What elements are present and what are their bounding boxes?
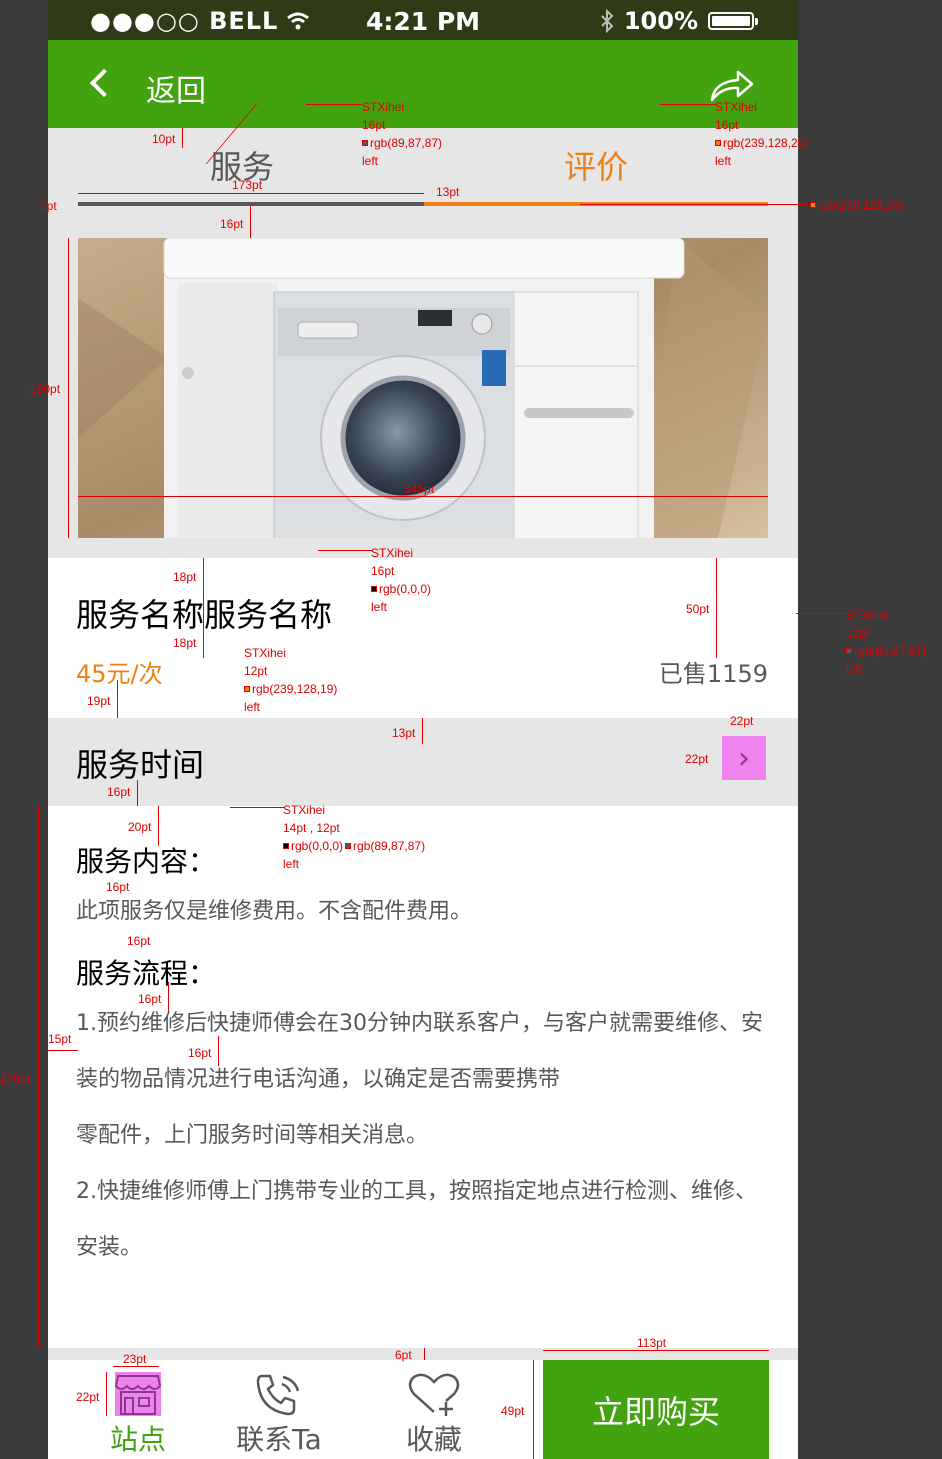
annotation-detail: STXihei 14pt , 12pt rgb(0,0,0) rgb(89,87,… bbox=[283, 803, 426, 871]
annotation-sold: STXihei 12pt rgb(89,87,87) left bbox=[846, 608, 927, 676]
status-bar: ●●●○○ BELL 4:21 PM 100% bbox=[48, 0, 798, 40]
process-text-1b: 零配件，上门服务时间等相关消息。 bbox=[76, 1123, 429, 1148]
process-text-2: 2.快捷维修师傅上门携带专业的工具，按照指定地点进行检测、维修、安装。 bbox=[76, 1179, 757, 1260]
heart-add-icon bbox=[408, 1373, 460, 1416]
service-price: 45元/次 bbox=[76, 660, 163, 688]
phone-icon bbox=[256, 1374, 300, 1416]
bluetooth-icon bbox=[601, 9, 614, 33]
annotation-review: STXihei 16pt rgb(239,128,20) left bbox=[715, 100, 809, 168]
sold-count: 已售1159 bbox=[658, 660, 768, 688]
service-details: 服务内容： 此项服务仅是维修费用。不含配件费用。 服务流程： 1.预约维修后快捷… bbox=[48, 806, 798, 1348]
tab-underline bbox=[78, 202, 424, 206]
content-text: 此项服务仅是维修费用。不含配件费用。 bbox=[76, 899, 473, 924]
back-arrow-icon[interactable] bbox=[89, 68, 119, 98]
annotation-price: STXihei 12pt rgb(239,128,19) left bbox=[244, 646, 338, 714]
service-time-label: 服务时间 bbox=[76, 746, 205, 784]
buy-now-button[interactable]: 立即购买 bbox=[543, 1360, 769, 1459]
store-icon bbox=[115, 1372, 161, 1416]
station-label: 站点 bbox=[109, 1423, 166, 1456]
phone-screen: ●●●○○ BELL 4:21 PM 100% 返回 服务 评价 服务名称服务名… bbox=[48, 0, 798, 1459]
battery-icon bbox=[708, 12, 758, 30]
content-heading: 服务内容： bbox=[76, 845, 217, 878]
back-button[interactable]: 返回 bbox=[146, 66, 206, 110]
annotation-line-color: rgb(239,128,20) bbox=[810, 196, 903, 214]
service-name: 服务名称服务名称 bbox=[76, 596, 333, 634]
process-heading: 服务流程： bbox=[76, 957, 217, 990]
favorite-label: 收藏 bbox=[405, 1423, 462, 1456]
process-text-1: 1.预约维修后快捷师傅会在30分钟内联系客户，与客户就需要维修、安装的物品情况进… bbox=[76, 1011, 763, 1092]
chevron-right-icon[interactable]: › bbox=[722, 736, 766, 780]
tab-review[interactable]: 评价 bbox=[564, 142, 628, 188]
favorite-button[interactable]: 收藏 bbox=[382, 1360, 486, 1459]
bottom-bar: 站点 联系Ta 收藏 立即购买 bbox=[48, 1360, 798, 1459]
station-button[interactable]: 站点 bbox=[88, 1360, 188, 1459]
contact-label: 联系Ta bbox=[236, 1423, 322, 1456]
battery-percent: 100% bbox=[623, 7, 698, 35]
annotation-nav: STXihei 16pt rgb(89,87,87) left bbox=[362, 100, 443, 168]
share-icon[interactable] bbox=[708, 68, 756, 102]
contact-button[interactable]: 联系Ta bbox=[224, 1360, 334, 1459]
status-right: 100% bbox=[600, 7, 758, 35]
annotation-name: STXihei 16pt rgb(0,0,0) left bbox=[371, 546, 432, 614]
